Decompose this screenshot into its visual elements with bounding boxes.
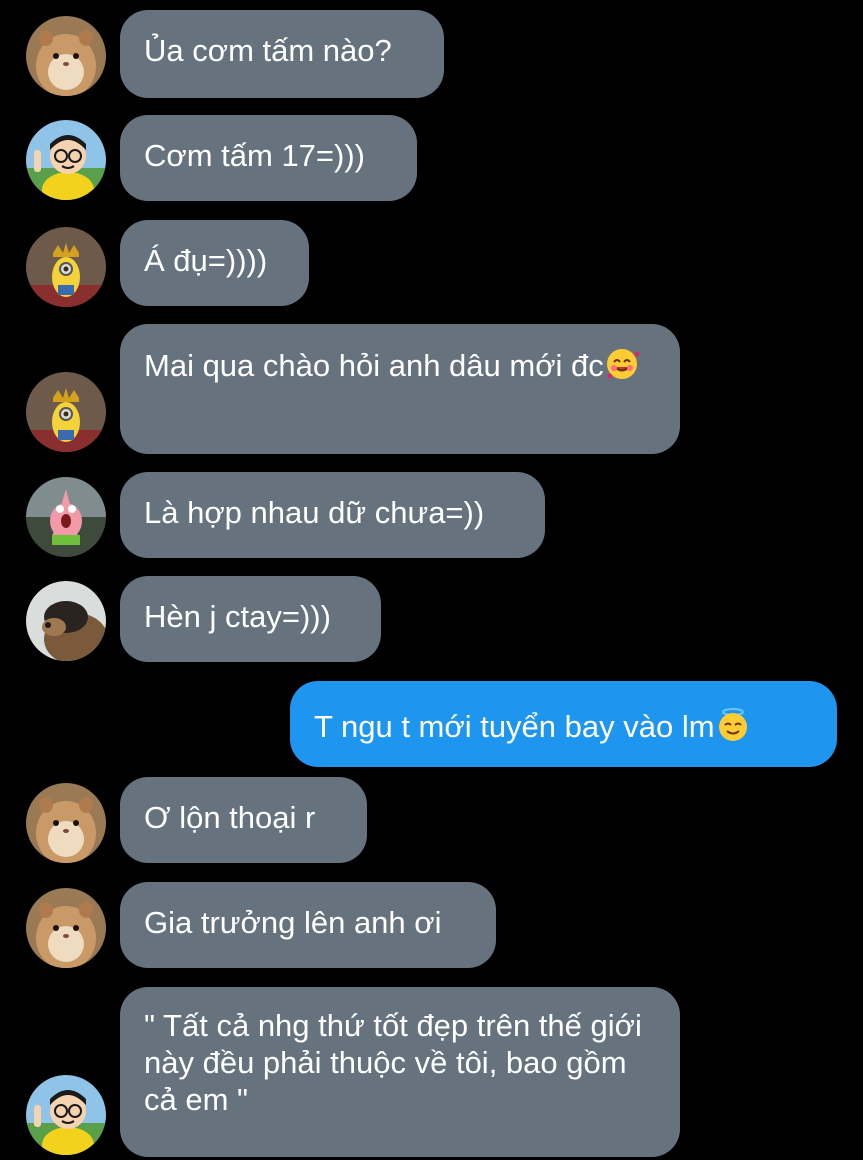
message-text: Là hợp nhau dữ chưa=)): [144, 495, 485, 530]
message-text: T ngu t mới tuyển bay vào lm: [314, 709, 715, 744]
message-text: Mai qua chào hỏi anh dâu mới đc: [144, 348, 604, 383]
message-bubble[interactable]: Ủa cơm tấm nào?: [120, 10, 444, 98]
message-bubble[interactable]: Ơ lộn thoại r: [120, 777, 367, 863]
message-row: Gia trưởng lên anh ơi: [0, 882, 863, 968]
message-row: Mai qua chào hỏi anh dâu mới đc: [0, 324, 863, 454]
message-row: " Tất cả nhg thứ tốt đẹp trên thế giới n…: [0, 987, 863, 1157]
hamster-avatar[interactable]: [26, 888, 106, 968]
message-row: Á đụ=)))): [0, 220, 863, 307]
message-row: Hèn j ctay=))): [0, 576, 863, 662]
minion-king-avatar[interactable]: [26, 372, 106, 452]
message-text: Ơ lộn thoại r: [144, 800, 316, 835]
message-row: Là hợp nhau dữ chưa=)): [0, 472, 863, 558]
patrick-avatar[interactable]: [26, 477, 106, 557]
message-text: Á đụ=)))): [144, 243, 268, 278]
message-bubble[interactable]: Hèn j ctay=))): [120, 576, 381, 662]
message-bubble[interactable]: Là hợp nhau dữ chưa=)): [120, 472, 545, 558]
message-text: Hèn j ctay=))): [144, 599, 331, 634]
message-text: Ủa cơm tấm nào?: [144, 33, 392, 68]
message-bubble[interactable]: Mai qua chào hỏi anh dâu mới đc: [120, 324, 680, 454]
outgoing-message-bubble[interactable]: T ngu t mới tuyển bay vào lm: [290, 681, 837, 767]
nobita-avatar[interactable]: [26, 120, 106, 200]
minion-king-avatar[interactable]: [26, 227, 106, 307]
message-text: Cơm tấm 17=))): [144, 138, 365, 173]
message-bubble[interactable]: Á đụ=)))): [120, 220, 309, 306]
message-bubble[interactable]: " Tất cả nhg thứ tốt đẹp trên thế giới n…: [120, 987, 680, 1157]
smiling-face-with-halo-icon: [715, 707, 751, 743]
message-row: Ơ lộn thoại r: [0, 777, 863, 863]
message-bubble[interactable]: Cơm tấm 17=))): [120, 115, 417, 201]
bear-avatar[interactable]: [26, 581, 106, 661]
message-text: " Tất cả nhg thứ tốt đẹp trên thế giới n…: [144, 1008, 651, 1117]
message-row: T ngu t mới tuyển bay vào lm: [0, 681, 863, 767]
hamster-avatar[interactable]: [26, 783, 106, 863]
nobita-avatar[interactable]: [26, 1075, 106, 1155]
message-text: Gia trưởng lên anh ơi: [144, 905, 442, 940]
chat-thread: Ủa cơm tấm nào? Cơm tấm 17=))) Á đụ=))))…: [0, 0, 863, 1160]
message-row: Cơm tấm 17=))): [0, 115, 863, 201]
message-row: Ủa cơm tấm nào?: [0, 10, 863, 98]
smiling-face-with-hearts-icon: [604, 346, 640, 382]
hamster-avatar[interactable]: [26, 16, 106, 96]
message-bubble[interactable]: Gia trưởng lên anh ơi: [120, 882, 496, 968]
